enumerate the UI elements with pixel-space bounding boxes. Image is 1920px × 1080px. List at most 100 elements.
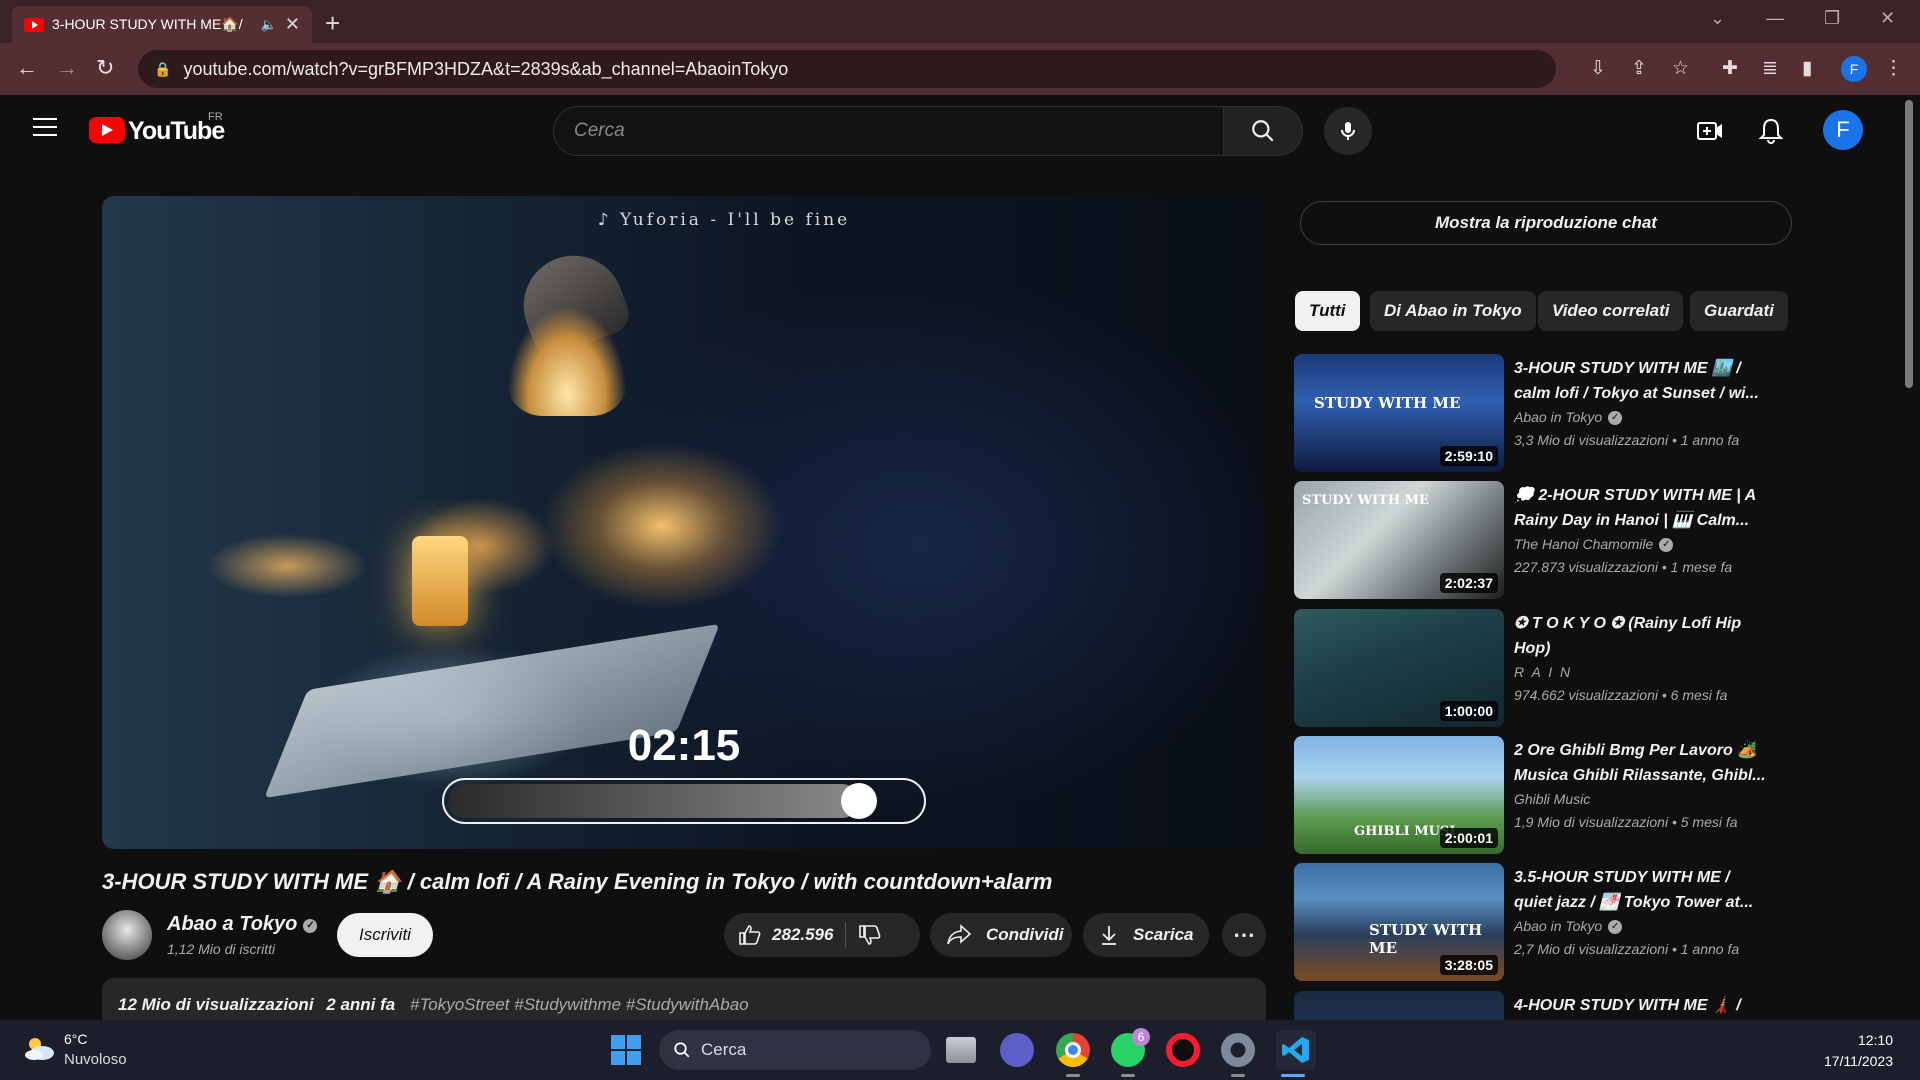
page-scrollbar[interactable] [1905, 100, 1913, 388]
tab-search-icon[interactable]: ⌄ [1710, 8, 1725, 29]
verified-check-icon: ✓ [1659, 538, 1674, 552]
browser-profile-avatar[interactable]: F [1841, 56, 1867, 82]
taskbar-search-label: Cerca [701, 1040, 747, 1059]
teams-chat-icon[interactable] [1000, 1033, 1034, 1067]
recommendation-channel-name[interactable]: R A I N [1514, 664, 1572, 680]
taskbar-search[interactable]: Cerca [659, 1030, 931, 1070]
recommendation-channel-name[interactable]: Ghibli Music [1514, 791, 1590, 807]
like-count[interactable]: 282.596 [772, 925, 833, 945]
recommendation-channel-name[interactable]: The Hanoi Chamomile [1514, 536, 1653, 552]
create-video-icon[interactable] [1695, 117, 1725, 145]
recommendation-item[interactable]: GHIBLI MUSI 2:00:01 2 Ore Ghibli Bmg Per… [1294, 736, 1814, 854]
browser-tab-active[interactable]: 3-HOUR STUDY WITH ME🏠/ 🔈 ✕ [12, 6, 312, 43]
minimize-button[interactable]: — [1766, 8, 1784, 29]
reload-icon[interactable]: ↻ [96, 55, 114, 81]
recommendation-thumbnail[interactable]: GHIBLI MUSI 2:00:01 [1294, 736, 1504, 854]
account-avatar[interactable]: F [1823, 110, 1863, 150]
side-panel-icon[interactable]: ▮ [1802, 57, 1812, 80]
system-clock[interactable]: 12:10 17/11/2023 [1824, 1030, 1893, 1072]
weather-condition[interactable]: Nuvoloso [64, 1051, 127, 1068]
menu-icon[interactable] [33, 118, 57, 136]
browser-tabstrip: 3-HOUR STUDY WITH ME🏠/ 🔈 ✕ + ⌄ — ❐ ✕ [0, 0, 1920, 43]
recommendation-item[interactable]: 4-HOUR STUDY WITH ME 🗼 / [1294, 991, 1814, 1020]
recommendation-title[interactable]: 2 Ore Ghibli Bmg Per Lavoro 🏕️ Musica Gh… [1514, 738, 1769, 788]
search-button[interactable] [1223, 106, 1303, 156]
more-actions-button[interactable]: ⋯ [1222, 913, 1266, 957]
recommendation-channel-name[interactable]: Abao in Tokyo [1514, 918, 1602, 934]
forward-icon[interactable]: → [56, 55, 78, 81]
recommendation-item[interactable]: STUDY WITH ME 2:59:10 3-HOUR STUDY WITH … [1294, 354, 1814, 472]
audio-playing-icon[interactable]: 🔈 [261, 17, 277, 33]
file-explorer-icon[interactable] [946, 1037, 976, 1063]
close-tab-icon[interactable]: ✕ [285, 14, 300, 35]
url-text: youtube.com/watch?v=grBFMP3HDZA&t=2839s&… [183, 58, 789, 79]
thumbs-down-icon[interactable] [858, 923, 882, 947]
share-page-icon[interactable]: ⇪ [1631, 57, 1647, 80]
recommendation-thumbnail[interactable]: STUDY WITH ME 2:59:10 [1294, 354, 1504, 472]
recommendation-thumbnail[interactable]: 1:00:00 [1294, 609, 1504, 727]
recommendation-channel[interactable]: Abao in Tokyo ✓ [1514, 918, 1623, 934]
extensions-icon[interactable]: ✚ [1722, 57, 1738, 80]
back-icon[interactable]: ← [16, 55, 38, 81]
recommendation-item[interactable]: STUDY WITH ME 2:02:37 💭 2-HOUR STUDY WIT… [1294, 481, 1814, 599]
recommendation-thumbnail[interactable]: STUDY WITH ME 2:02:37 [1294, 481, 1504, 599]
cloudy-weather-icon[interactable] [22, 1034, 56, 1062]
recommendation-title[interactable]: ✪ T O K Y O ✪ (Rainy Lofi Hip Hop) [1514, 611, 1769, 661]
browser-menu-icon[interactable]: ⋮ [1884, 57, 1903, 80]
chip-related[interactable]: Video correlati [1538, 291, 1684, 331]
voice-search-button[interactable] [1324, 107, 1372, 155]
recommendation-channel-name[interactable]: Abao in Tokyo [1514, 409, 1602, 425]
channel-name[interactable]: Abao a Tokyo [167, 913, 297, 935]
youtube-logo-icon[interactable] [89, 117, 125, 143]
whatsapp-active-indicator [1121, 1074, 1135, 1077]
chip-watched[interactable]: Guardati [1690, 291, 1788, 331]
chip-from-channel[interactable]: Di Abao in Tokyo [1370, 291, 1536, 331]
notifications-bell-icon[interactable] [1756, 117, 1786, 145]
settings-active-indicator [1231, 1074, 1245, 1077]
restore-button[interactable]: ❐ [1824, 8, 1840, 29]
install-app-icon[interactable]: ⇩ [1590, 57, 1606, 80]
address-bar[interactable]: 🔒 youtube.com/watch?v=grBFMP3HDZA&t=2839… [138, 50, 1556, 88]
recommendation-item[interactable]: STUDY WITH ME 3:28:05 3.5-HOUR STUDY WIT… [1294, 863, 1814, 981]
subscribe-button[interactable]: Iscriviti [337, 913, 433, 957]
share-button[interactable]: Condividi [930, 913, 1072, 957]
recommendation-thumbnail[interactable]: STUDY WITH ME 3:28:05 [1294, 863, 1504, 981]
settings-gear-icon[interactable] [1221, 1033, 1255, 1067]
close-window-button[interactable]: ✕ [1880, 8, 1895, 29]
thumbnail-caption: STUDY WITH ME [1314, 394, 1461, 412]
recommendation-title[interactable]: 3.5-HOUR STUDY WITH ME / quiet jazz / 🌁 … [1514, 865, 1769, 915]
song-title-overlay: ♪ Yuforia - I'll be fine [597, 210, 851, 230]
recommendation-title[interactable]: 4-HOUR STUDY WITH ME 🗼 / [1514, 993, 1769, 1018]
recommendation-thumbnail[interactable] [1294, 991, 1504, 1020]
more-icon: ⋯ [1233, 922, 1255, 947]
chip-all[interactable]: Tutti [1295, 291, 1360, 331]
recommendation-channel[interactable]: Abao in Tokyo ✓ [1514, 409, 1623, 425]
video-duration: 3:28:05 [1439, 955, 1498, 975]
video-frame-tablet [264, 623, 720, 799]
view-count: 12 Mio di visualizzazioni [118, 995, 314, 1014]
country-code: FR [208, 111, 223, 123]
recommendation-item[interactable]: 1:00:00 ✪ T O K Y O ✪ (Rainy Lofi Hip Ho… [1294, 609, 1814, 727]
windows-start-icon[interactable] [611, 1035, 641, 1065]
opera-icon[interactable] [1166, 1033, 1200, 1067]
media-controls-icon[interactable]: ≣ [1762, 57, 1778, 80]
search-input[interactable]: Cerca [553, 106, 1225, 156]
new-tab-button[interactable]: + [325, 8, 340, 39]
bookmark-star-icon[interactable]: ☆ [1672, 57, 1689, 80]
recommendation-title[interactable]: 💭 2-HOUR STUDY WITH ME | A Rainy Day in … [1514, 483, 1769, 533]
video-player[interactable]: ♪ Yuforia - I'll be fine 02:15 [102, 196, 1266, 849]
channel-name-row[interactable]: Abao a Tokyo ✓ [167, 913, 318, 936]
recommendation-title[interactable]: 3-HOUR STUDY WITH ME 🏙️ / calm lofi / To… [1514, 356, 1769, 406]
thumbs-up-icon[interactable] [738, 923, 762, 947]
vscode-icon[interactable] [1276, 1030, 1316, 1070]
youtube-favicon-icon [24, 17, 44, 32]
countdown-progress-knob [840, 783, 877, 819]
chrome-icon[interactable] [1056, 1033, 1090, 1067]
hashtags[interactable]: #TokyoStreet #Studywithme #StudywithAbao [410, 995, 749, 1014]
download-button[interactable]: Scarica [1083, 913, 1209, 957]
lock-icon[interactable]: 🔒 [154, 61, 171, 78]
show-chat-replay-button[interactable]: Mostra la riproduzione chat [1300, 201, 1792, 245]
weather-temperature[interactable]: 6°C [64, 1031, 88, 1047]
channel-avatar[interactable] [102, 910, 152, 960]
recommendation-channel[interactable]: The Hanoi Chamomile ✓ [1514, 536, 1674, 552]
